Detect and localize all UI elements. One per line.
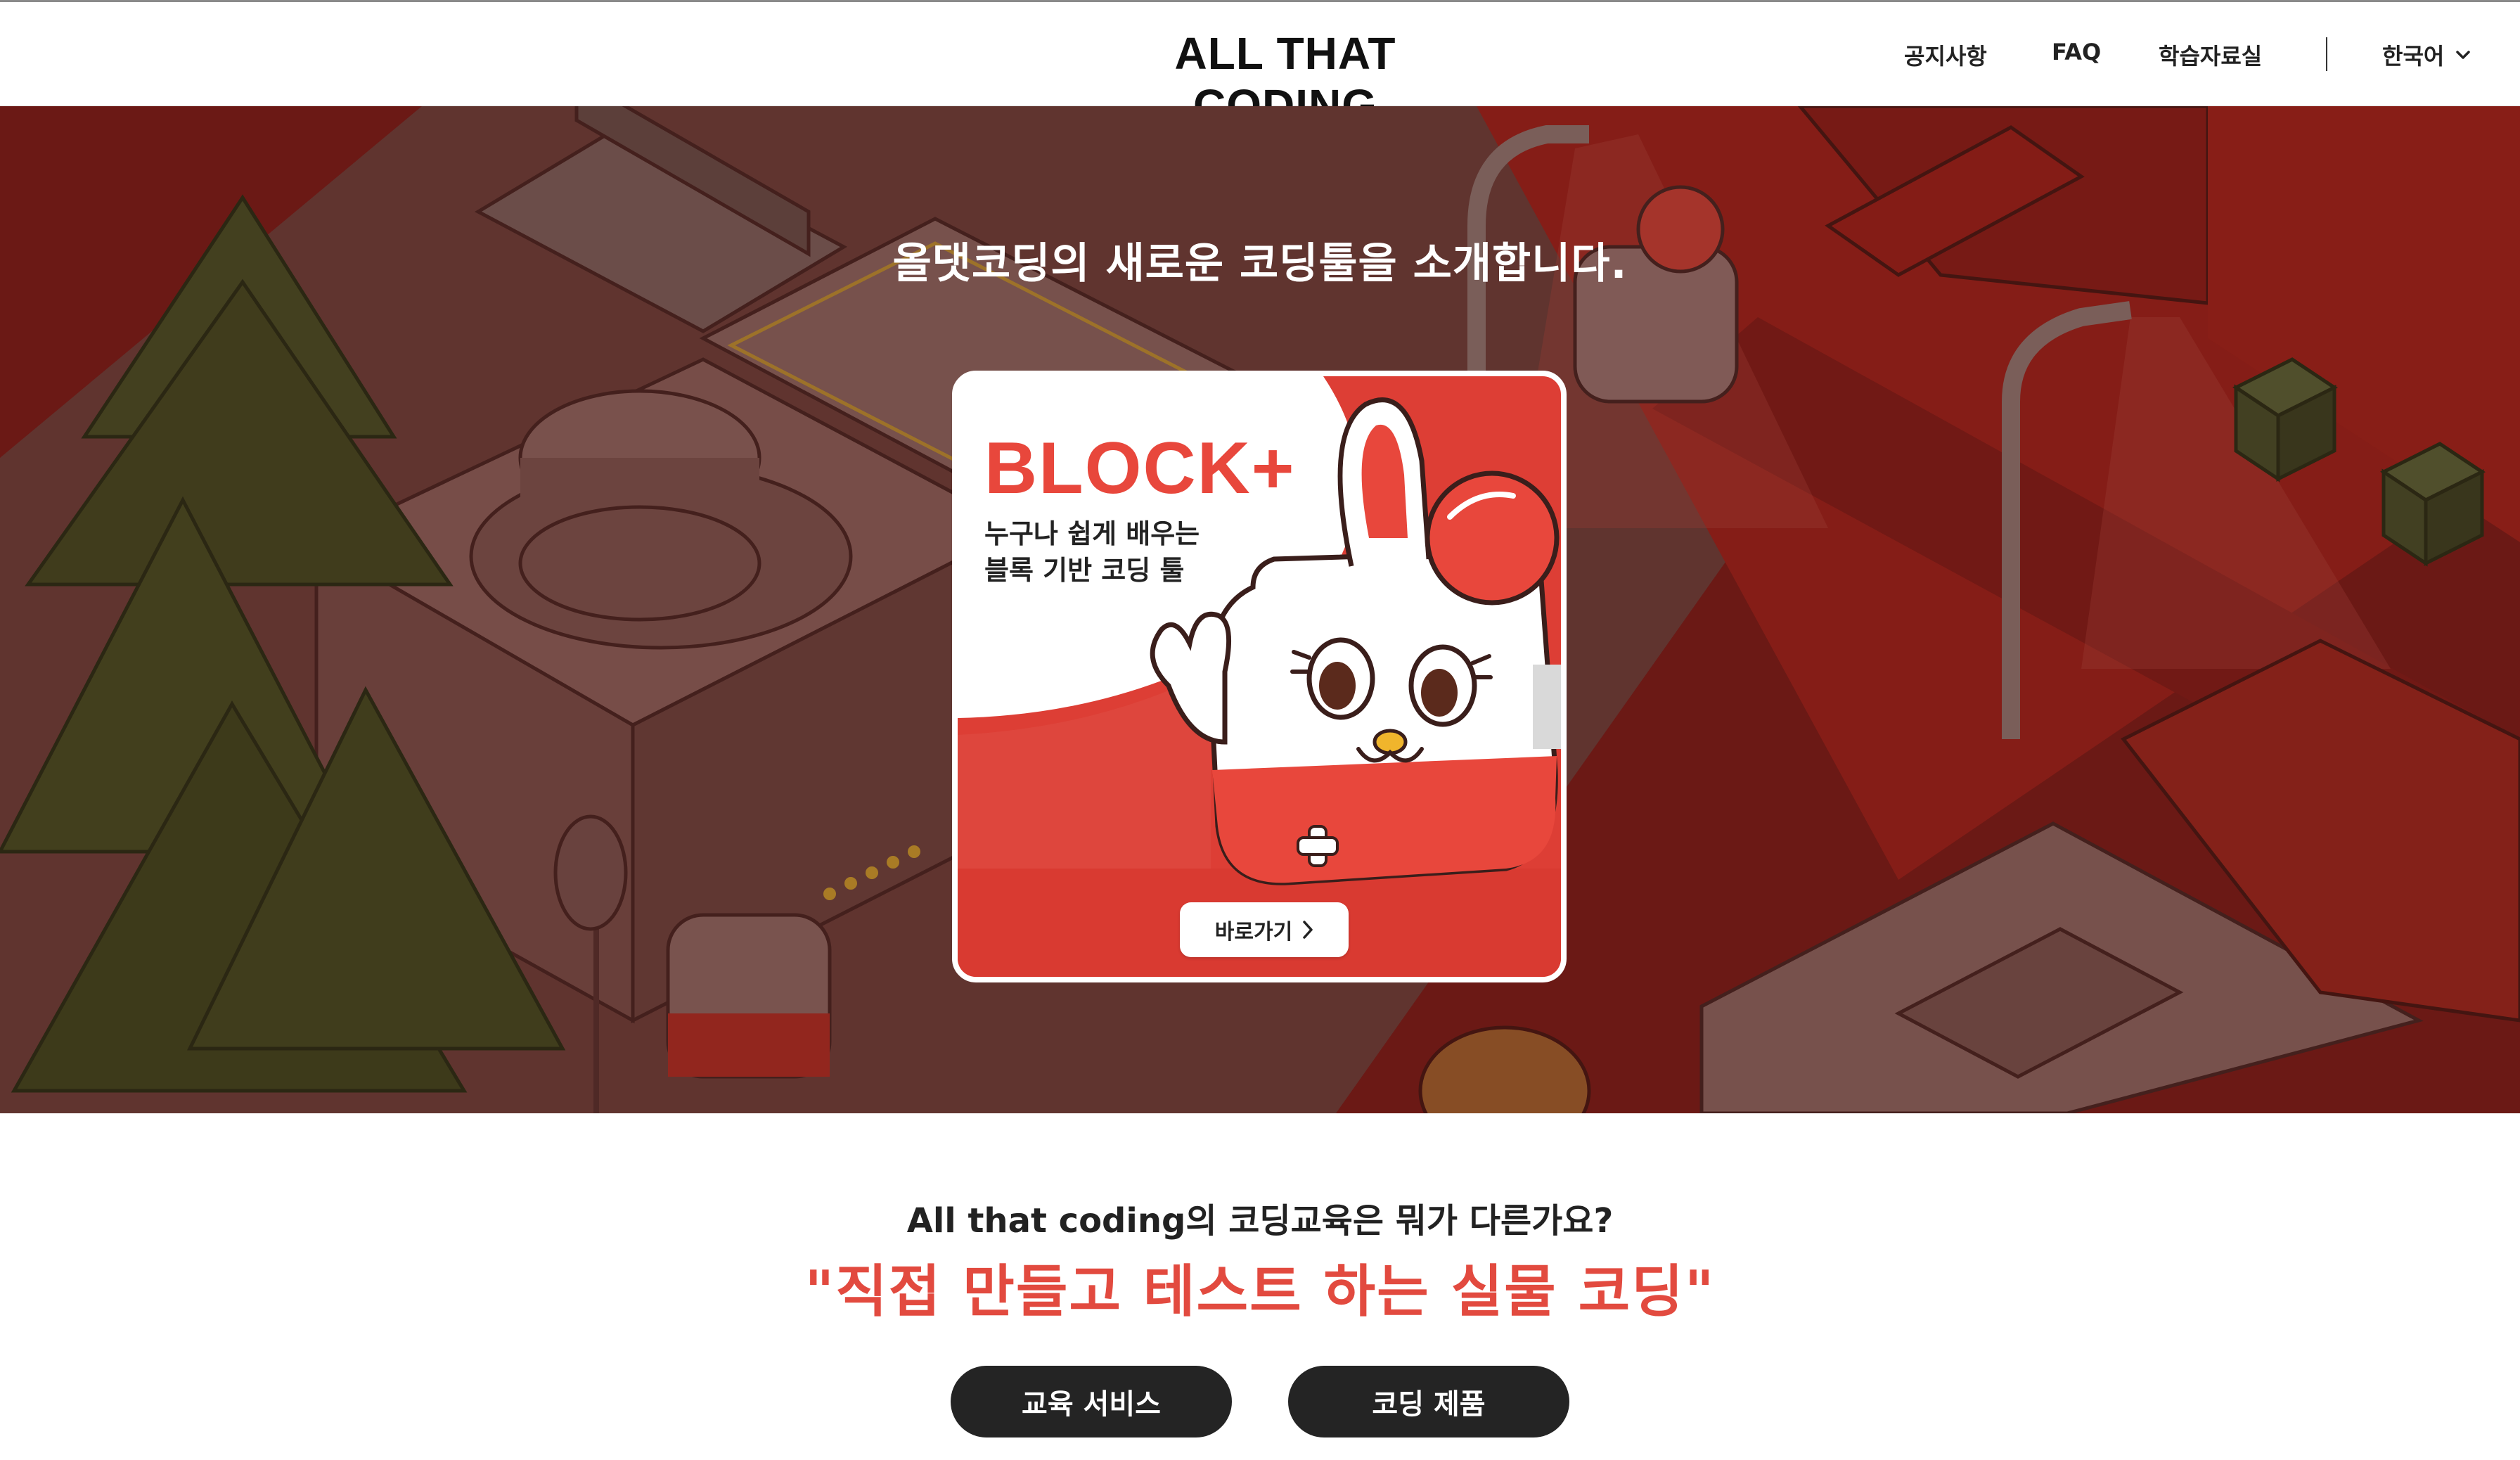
site-header: ALL THAT CODING 공지사항 FAQ 학습자료실 한국어 xyxy=(0,2,2520,131)
nav-learning-materials[interactable]: 학습자료실 xyxy=(2159,39,2262,71)
nav-faq[interactable]: FAQ xyxy=(2052,39,2101,65)
card-subtitle: 누구나 쉽게 배우는 블록 기반 코딩 툴 xyxy=(984,516,1200,589)
card-subtitle-line1: 누구나 쉽게 배우는 xyxy=(984,518,1200,549)
language-selector[interactable]: 한국어 xyxy=(2382,39,2471,71)
hero-banner: 올댓코딩의 새로운 코딩툴을 소개합니다. BLOCK+ 누구나 쉽게 배우는 … xyxy=(0,106,2520,1113)
card-title: BLOCK+ xyxy=(984,428,1296,509)
block-plus-promo-card[interactable]: BLOCK+ 누구나 쉽게 배우는 블록 기반 코딩 툴 바로가기 xyxy=(952,371,1567,982)
card-subtitle-line2: 블록 기반 코딩 툴 xyxy=(984,555,1185,586)
nav-divider xyxy=(2326,37,2327,71)
go-to-block-plus-button[interactable]: 바로가기 xyxy=(1180,902,1349,957)
chevron-right-icon xyxy=(1303,921,1313,939)
go-button-label: 바로가기 xyxy=(1214,921,1293,944)
nav-notice[interactable]: 공지사항 xyxy=(1904,39,1987,71)
language-label: 한국어 xyxy=(2382,43,2445,70)
coding-products-button[interactable]: 코딩 제품 xyxy=(1288,1366,1569,1437)
intro-question: All that coding의 코딩교육은 뭐가 다른가요? xyxy=(906,1201,1614,1241)
intro-slogan: "직접 만들고 테스트 하는 실물 코딩" xyxy=(804,1259,1716,1324)
hero-title: 올댓코딩의 새로운 코딩툴을 소개합니다. xyxy=(892,239,1628,288)
education-service-button[interactable]: 교육 서비스 xyxy=(951,1366,1232,1437)
chevron-down-icon xyxy=(2456,51,2471,59)
